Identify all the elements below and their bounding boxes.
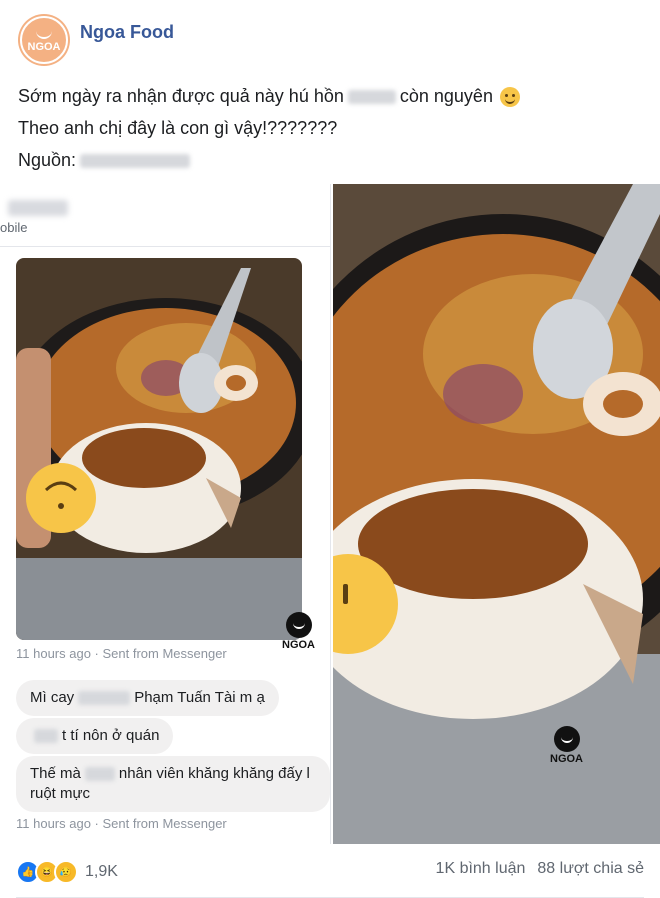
food-photo-small[interactable] xyxy=(16,258,302,640)
post-line-2: Theo anh chị đây là con gì vậy!??????? xyxy=(18,118,338,138)
sad-reaction-icon: 😥 xyxy=(54,860,78,884)
shares-count[interactable]: 88 lượt chia sẻ xyxy=(537,860,644,878)
divider xyxy=(0,246,330,247)
post-stats: 1K bình luận 88 lượt chia sẻ xyxy=(436,860,644,878)
message-bubble: t tí nôn ở quán xyxy=(16,718,174,754)
post-image-collage[interactable]: obile 11 hours ago · Sent from Messenger… xyxy=(0,184,660,844)
post-line-1: Sớm ngày ra nhận được quả này hú hồn còn … xyxy=(18,80,638,112)
ngoa-watermark: NGOA xyxy=(550,726,583,765)
message-bubble: Mì cay Phạm Tuấn Tài m ạ xyxy=(16,680,279,716)
blurred-sender-name xyxy=(8,200,68,216)
message-meta: 11 hours ago · Sent from Messenger xyxy=(16,646,227,661)
post-header: NGOA Ngoa Food xyxy=(18,14,174,70)
food-photo-zoomed[interactable]: NGOA xyxy=(333,184,660,844)
reaction-summary[interactable]: 👍 😆 😥 1,9K xyxy=(16,860,118,884)
ngoa-watermark: NGOA xyxy=(282,612,315,651)
message-bubble: Thế mà nhân viên khăng khăng đấy l ruột m… xyxy=(16,756,330,812)
page-avatar[interactable]: NGOA xyxy=(18,14,70,66)
reaction-count[interactable]: 1,9K xyxy=(85,863,118,881)
blurred-source-name xyxy=(80,154,191,169)
page-name-link[interactable]: Ngoa Food xyxy=(80,22,174,43)
blurred-text xyxy=(347,90,396,105)
smile-emoji-icon xyxy=(499,87,520,108)
avatar-logo: NGOA xyxy=(20,16,68,64)
post-text: Sớm ngày ra nhận được quả này hú hồn còn … xyxy=(18,80,638,176)
mobile-label: obile xyxy=(0,220,28,235)
avatar-text: NGOA xyxy=(27,40,61,53)
post-line-3: Nguồn: xyxy=(18,144,638,176)
messenger-screenshot[interactable]: obile 11 hours ago · Sent from Messenger… xyxy=(0,184,331,844)
comments-count[interactable]: 1K bình luận xyxy=(436,860,526,878)
post-footer: 👍 😆 😥 1,9K 1K bình luận 88 lượt chia sẻ xyxy=(0,844,660,898)
message-meta: 11 hours ago · Sent from Messenger xyxy=(16,816,227,831)
